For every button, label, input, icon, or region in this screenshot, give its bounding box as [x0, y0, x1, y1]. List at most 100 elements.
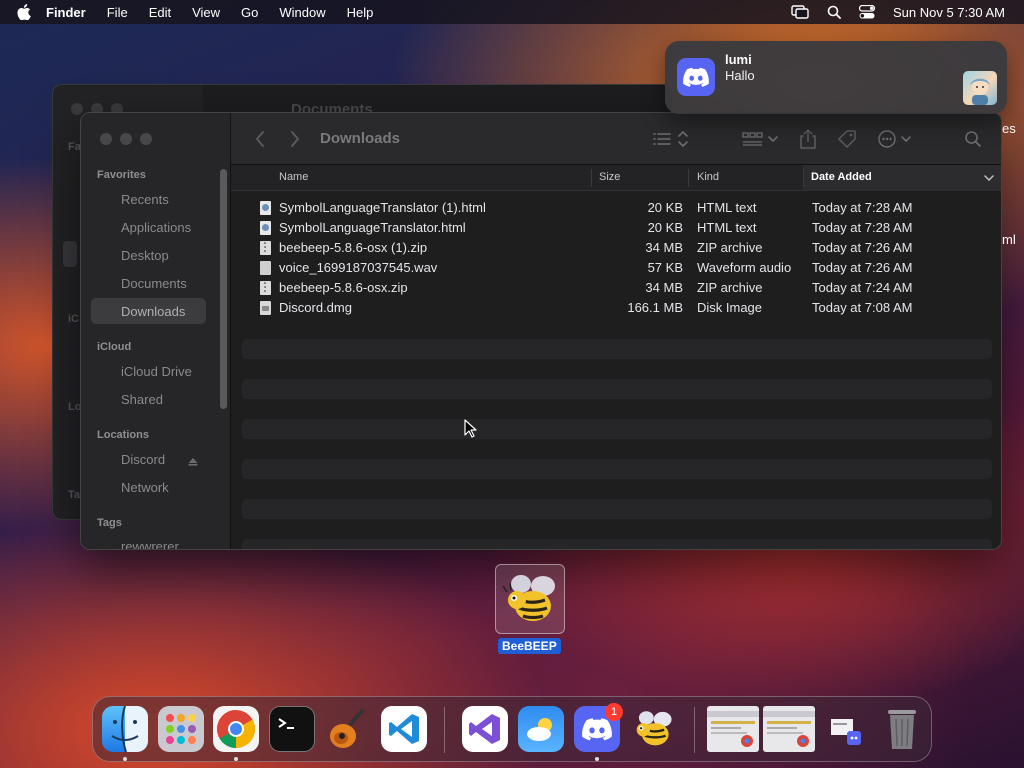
close-button[interactable] [100, 133, 112, 145]
column-name[interactable]: Name [279, 171, 308, 183]
column-divider[interactable] [803, 169, 804, 187]
finder-toolbar: Downloads [231, 113, 1001, 165]
menu-clock[interactable]: Sun Nov 5 7:30 AM [893, 5, 1005, 20]
desktop-edge-text: ml [1002, 232, 1016, 247]
menu-app-name[interactable]: Finder [46, 5, 86, 20]
file-kind: HTML text [697, 200, 757, 215]
sidebar-item-tag[interactable]: rewwrerer [91, 533, 206, 550]
sidebar-item-label: Discord [121, 451, 166, 467]
mouse-pointer-icon [464, 419, 478, 444]
sidebar-item-recents[interactable]: Recents [91, 186, 206, 212]
sidebar-section-tags: Tags [97, 517, 122, 529]
file-date: Today at 7:26 AM [812, 240, 913, 255]
audio-file-icon [260, 261, 271, 275]
eject-icon[interactable] [188, 454, 198, 466]
file-row[interactable]: beebeep-5.8.6-osx (1).zip 34 MB ZIP arch… [231, 238, 1001, 258]
tag-icon[interactable] [836, 127, 858, 151]
dock-minimized-chrome-window[interactable] [707, 706, 759, 752]
menu-file[interactable]: File [107, 5, 128, 20]
view-options-list-icon[interactable] [652, 127, 690, 151]
column-size[interactable]: Size [599, 171, 620, 183]
dock-minimized-chrome-window[interactable] [763, 706, 815, 752]
dock-minimized-discord-window[interactable] [825, 706, 871, 752]
file-row[interactable]: SymbolLanguageTranslator (1).html 20 KB … [231, 198, 1001, 218]
column-divider[interactable] [591, 169, 592, 187]
dock-trash-icon[interactable] [879, 706, 925, 752]
file-size: 34 MB [645, 280, 683, 295]
menu-help[interactable]: Help [347, 5, 374, 20]
minimize-button[interactable] [120, 133, 132, 145]
dock [92, 696, 932, 762]
file-list: SymbolLanguageTranslator (1).html 20 KB … [231, 198, 1001, 318]
dock-chrome-icon[interactable] [213, 706, 259, 752]
sidebar-item-label: Downloads [121, 303, 186, 319]
beebeep-desktop-icon[interactable] [495, 564, 565, 634]
zip-file-icon [260, 241, 271, 255]
dock-garageband-icon[interactable] [325, 706, 371, 752]
sidebar-item-icloud-drive[interactable]: iCloud Drive [91, 358, 206, 384]
discord-notification-badge: 1 [605, 703, 623, 721]
file-name: Discord.dmg [279, 300, 352, 315]
dock-visual-studio-icon[interactable] [462, 706, 508, 752]
file-date: Today at 7:08 AM [812, 300, 913, 315]
menu-window[interactable]: Window [279, 5, 325, 20]
file-row[interactable]: Discord.dmg 166.1 MB Disk Image Today at… [231, 298, 1001, 318]
menu-edit[interactable]: Edit [149, 5, 171, 20]
sidebar-item-label: Shared [121, 391, 163, 407]
sidebar-item-network[interactable]: Network [91, 474, 206, 500]
menu-go[interactable]: Go [241, 5, 258, 20]
zoom-button[interactable] [140, 133, 152, 145]
column-kind[interactable]: Kind [697, 171, 719, 183]
search-icon[interactable] [827, 5, 841, 19]
dock-terminal-icon[interactable] [269, 706, 315, 752]
sidebar-section-favorites: Favorites [97, 169, 146, 181]
avatar [963, 71, 997, 105]
empty-row-stripe [242, 539, 992, 549]
file-name: SymbolLanguageTranslator (1).html [279, 200, 486, 215]
sidebar-item-documents[interactable]: Documents [91, 270, 206, 296]
share-icon[interactable] [798, 127, 818, 151]
file-row[interactable]: voice_1699187037545.wav 57 KB Waveform a… [231, 258, 1001, 278]
sidebar-item-discord[interactable]: Discord [91, 446, 206, 472]
back-button[interactable] [253, 130, 267, 148]
file-size: 20 KB [647, 220, 683, 235]
file-kind: Waveform audio [697, 260, 792, 275]
control-center-icon[interactable] [858, 5, 875, 19]
dock-weather-icon[interactable] [518, 706, 564, 752]
dock-launchpad-icon[interactable] [158, 706, 204, 752]
column-divider[interactable] [688, 169, 689, 187]
sidebar-item-desktop[interactable]: Desktop [91, 242, 206, 268]
empty-row-stripe [242, 339, 992, 359]
dock-divider [444, 707, 445, 753]
sidebar-item-downloads[interactable]: Downloads [91, 298, 206, 324]
file-row[interactable]: beebeep-5.8.6-osx.zip 34 MB ZIP archive … [231, 278, 1001, 298]
search-icon[interactable] [964, 127, 982, 151]
column-date-added[interactable]: Date Added [811, 171, 872, 183]
sort-chevron-down-icon[interactable] [984, 173, 994, 185]
group-by-icon[interactable] [742, 127, 780, 151]
column-header: Name Size Kind Date Added [231, 165, 1001, 191]
dock-vscode-icon[interactable] [381, 706, 427, 752]
finder-window[interactable]: Favorites Recents Applications Desktop D… [80, 112, 1002, 550]
sidebar-item-label: Applications [121, 219, 192, 235]
more-actions-icon[interactable] [877, 127, 915, 151]
forward-button[interactable] [288, 130, 302, 148]
file-date: Today at 7:24 AM [812, 280, 913, 295]
notification-banner[interactable]: lumi Hallo [665, 41, 1007, 114]
sidebar-item-label: Documents [121, 275, 187, 291]
apple-icon[interactable] [16, 4, 32, 20]
file-kind: Disk Image [697, 300, 763, 315]
file-name: voice_1699187037545.wav [279, 260, 438, 275]
ghost-label: iC [68, 313, 79, 325]
file-row[interactable]: SymbolLanguageTranslator.html 20 KB HTML… [231, 218, 1001, 238]
dock-finder-icon[interactable] [102, 706, 148, 752]
file-size: 20 KB [647, 200, 683, 215]
desktop-icon-label[interactable]: BeeBEEP [498, 638, 561, 654]
screen-mirroring-icon[interactable] [791, 5, 809, 19]
file-size: 57 KB [647, 260, 683, 275]
sidebar-item-shared[interactable]: Shared [91, 386, 206, 412]
menu-view[interactable]: View [192, 5, 220, 20]
sidebar-item-applications[interactable]: Applications [91, 214, 206, 240]
dock-beebeep-icon[interactable] [630, 706, 676, 752]
sidebar-scrollbar[interactable] [220, 169, 227, 409]
